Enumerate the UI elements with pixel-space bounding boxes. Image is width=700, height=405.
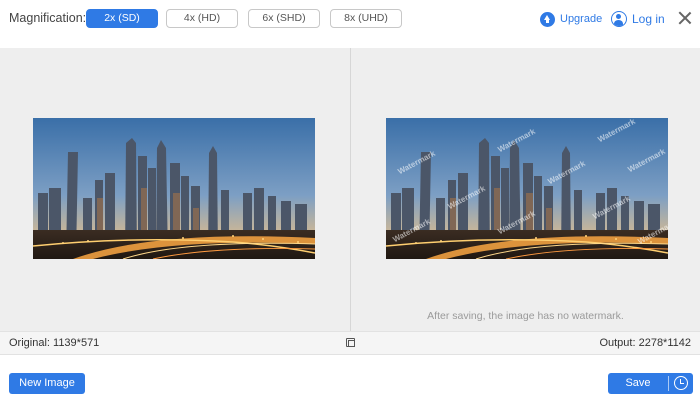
magnification-label: Magnification:: [9, 11, 87, 25]
save-button[interactable]: Save: [608, 373, 668, 394]
top-bar: Magnification: 2x (SD) 4x (HD) 6x (SHD) …: [0, 0, 700, 48]
original-image: [33, 118, 315, 259]
info-bar: Original: 1139*571 Output: 2278*1142: [0, 331, 700, 355]
upload-arrow-icon: [540, 11, 555, 27]
magnification-option-4x[interactable]: 4x (HD): [166, 9, 238, 28]
image-upscaler-window: Magnification: 2x (SD) 4x (HD) 6x (SHD) …: [0, 0, 700, 405]
magnification-option-8x[interactable]: 8x (UHD): [330, 9, 402, 28]
upgrade-button[interactable]: Upgrade: [540, 10, 602, 28]
login-label: Log in: [632, 11, 665, 26]
new-image-button[interactable]: New Image: [9, 373, 85, 394]
save-button-group: Save: [608, 373, 693, 394]
compare-icon[interactable]: [346, 338, 355, 347]
output-size: Output: 2278*1142: [599, 337, 691, 349]
user-icon: [611, 10, 627, 27]
magnification-option-6x[interactable]: 6x (SHD): [248, 9, 320, 28]
clock-icon[interactable]: [674, 376, 688, 390]
close-icon[interactable]: [677, 10, 693, 26]
watermark-note: After saving, the image has no watermark…: [427, 310, 624, 322]
original-size: Original: 1139*571: [9, 337, 100, 349]
save-separator: [668, 376, 669, 391]
preview-divider: [350, 48, 351, 331]
preview-area: Watermark Watermark Watermark Watermark …: [0, 48, 700, 331]
login-button[interactable]: Log in: [611, 9, 665, 28]
upscaled-preview-image: Watermark Watermark Watermark Watermark …: [386, 118, 668, 259]
upgrade-label: Upgrade: [560, 13, 603, 25]
magnification-option-2x[interactable]: 2x (SD): [86, 9, 158, 28]
